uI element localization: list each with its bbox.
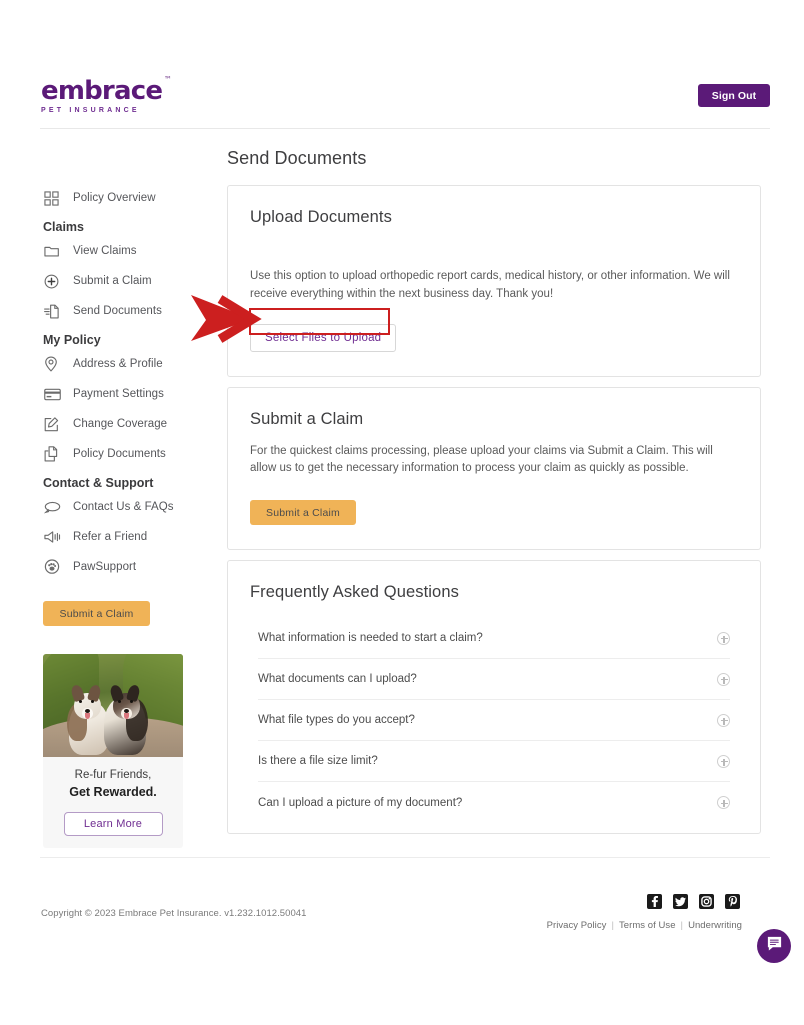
folder-icon xyxy=(44,243,63,260)
sidebar-item-refer-a-friend[interactable]: Refer a Friend xyxy=(40,525,215,549)
expand-plus-icon[interactable] xyxy=(717,672,730,686)
sidebar-item-payment-settings[interactable]: Payment Settings xyxy=(40,382,215,406)
page-header: embrace ™ PET INSURANCE Sign Out xyxy=(0,0,804,129)
terms-of-use-link[interactable]: Terms of Use xyxy=(619,920,676,931)
submit-a-claim-button[interactable]: Submit a Claim xyxy=(250,500,356,526)
sidebar-item-policy-documents[interactable]: Policy Documents xyxy=(40,442,215,466)
send-documents-page: embrace ™ PET INSURANCE Sign Out Policy O… xyxy=(0,0,804,1025)
sidebar-group-contact-support: Contact & Support xyxy=(43,476,154,490)
main-content: Send Documents Upload Documents Use this… xyxy=(227,148,761,844)
footer-legal-links: Privacy Policy | Terms of Use | Underwri… xyxy=(547,920,742,931)
sidebar-item-pawsupport[interactable]: PawSupport xyxy=(40,555,215,579)
send-document-icon xyxy=(44,303,63,320)
edit-square-icon xyxy=(44,416,63,433)
credit-card-icon xyxy=(44,386,63,403)
embrace-logo[interactable]: embrace ™ PET INSURANCE xyxy=(41,76,221,118)
expand-plus-icon[interactable] xyxy=(717,796,730,810)
select-files-to-upload-button[interactable]: Select Files to Upload xyxy=(250,323,397,352)
sidebar-item-policy-overview[interactable]: Policy Overview xyxy=(40,186,215,210)
page-title: Send Documents xyxy=(227,148,367,168)
legal-separator: | xyxy=(611,920,614,931)
footer-divider xyxy=(40,857,770,858)
sidebar-submit-claim-button[interactable]: Submit a Claim xyxy=(43,601,150,626)
brand-word-text: embrace xyxy=(41,76,163,106)
sidebar-label: Send Documents xyxy=(73,305,162,317)
sidebar-label: Policy Overview xyxy=(73,192,156,204)
upload-card-title: Upload Documents xyxy=(250,208,392,226)
facebook-icon[interactable] xyxy=(647,894,662,909)
upload-card-body: Use this option to upload orthopedic rep… xyxy=(250,270,730,300)
sidebar-nav: Policy Overview Claims View Claims Submi… xyxy=(40,186,215,848)
faq-card: Frequently Asked Questions What informat… xyxy=(227,560,761,835)
brand-tagline: PET INSURANCE xyxy=(41,107,140,114)
faq-item[interactable]: What file types do you accept? xyxy=(258,700,730,742)
sidebar-label: Refer a Friend xyxy=(73,531,148,543)
sign-out-button[interactable]: Sign Out xyxy=(698,84,770,107)
chat-bubble-icon xyxy=(766,935,783,957)
chat-widget-button[interactable] xyxy=(757,929,791,963)
promo-line-2: Get Rewarded. xyxy=(69,784,157,799)
claim-card-title: Submit a Claim xyxy=(250,409,364,428)
faq-item[interactable]: What documents can I upload? xyxy=(258,659,730,701)
expand-plus-icon[interactable] xyxy=(717,713,730,727)
privacy-policy-link[interactable]: Privacy Policy xyxy=(547,920,607,931)
copy-documents-icon xyxy=(44,446,63,463)
submit-a-claim-card: Submit a Claim For the quickest claims p… xyxy=(227,386,761,551)
map-pin-icon xyxy=(44,356,63,373)
sidebar-label: View Claims xyxy=(73,245,137,257)
sidebar-label: Submit a Claim xyxy=(73,275,152,287)
faq-item[interactable]: Is there a file size limit? xyxy=(258,741,730,783)
sidebar-item-address-profile[interactable]: Address & Profile xyxy=(40,352,215,376)
learn-more-button[interactable]: Learn More xyxy=(63,811,163,836)
promo-line-1: Re-fur Friends, xyxy=(74,769,152,781)
promo-text: Re-fur Friends, Get Rewarded. xyxy=(43,757,183,801)
faq-question: What information is needed to start a cl… xyxy=(258,632,483,645)
sidebar-label: Change Coverage xyxy=(73,418,168,430)
faq-list: What information is needed to start a cl… xyxy=(250,618,738,823)
faq-question: Is there a file size limit? xyxy=(258,755,378,768)
faq-item[interactable]: What information is needed to start a cl… xyxy=(258,618,730,660)
underwriting-link[interactable]: Underwriting xyxy=(688,920,742,931)
two-dogs-photo xyxy=(43,654,183,757)
sidebar-group-claims: Claims xyxy=(43,220,84,234)
header-divider xyxy=(40,128,770,129)
copyright-text: Copyright © 2023 Embrace Pet Insurance. … xyxy=(41,908,307,919)
expand-plus-icon[interactable] xyxy=(717,754,730,768)
pinterest-icon[interactable] xyxy=(725,894,740,909)
upload-documents-card: Upload Documents Use this option to uplo… xyxy=(227,185,761,377)
sidebar-label: Payment Settings xyxy=(73,388,164,400)
faq-card-title: Frequently Asked Questions xyxy=(250,583,459,602)
faq-item[interactable]: Can I upload a picture of my document? xyxy=(258,782,730,823)
refer-a-friend-promo-card[interactable]: Re-fur Friends, Get Rewarded. Learn More xyxy=(43,654,183,848)
sidebar-item-contact-us-faqs[interactable]: Contact Us & FAQs xyxy=(40,495,215,519)
grid-icon xyxy=(44,190,63,207)
sidebar-item-change-coverage[interactable]: Change Coverage xyxy=(40,412,215,436)
sidebar-item-submit-a-claim[interactable]: Submit a Claim xyxy=(40,269,215,293)
faq-question: Can I upload a picture of my document? xyxy=(258,796,463,809)
sidebar-label: Policy Documents xyxy=(73,448,166,460)
megaphone-icon xyxy=(44,529,63,546)
expand-plus-icon[interactable] xyxy=(717,631,730,645)
social-links xyxy=(647,894,740,909)
speech-bubble-icon xyxy=(44,499,63,516)
legal-separator: | xyxy=(680,920,684,931)
paw-badge-icon xyxy=(44,559,63,576)
plus-circle-icon xyxy=(44,273,63,290)
sidebar-label: Contact Us & FAQs xyxy=(73,501,174,513)
sidebar-label: Address & Profile xyxy=(73,358,163,370)
faq-question: What file types do you accept? xyxy=(258,714,415,727)
twitter-icon[interactable] xyxy=(673,894,688,909)
sidebar-label: PawSupport xyxy=(73,561,137,573)
sidebar-group-my-policy: My Policy xyxy=(43,333,101,347)
claim-card-body: For the quickest claims processing, plea… xyxy=(250,444,713,475)
sidebar-item-send-documents[interactable]: Send Documents xyxy=(40,299,215,323)
brand-wordmark: embrace ™ xyxy=(41,76,172,106)
faq-question: What documents can I upload? xyxy=(258,673,417,686)
trademark-symbol: ™ xyxy=(163,75,172,84)
sidebar-item-view-claims[interactable]: View Claims xyxy=(40,239,215,263)
instagram-icon[interactable] xyxy=(699,894,714,909)
